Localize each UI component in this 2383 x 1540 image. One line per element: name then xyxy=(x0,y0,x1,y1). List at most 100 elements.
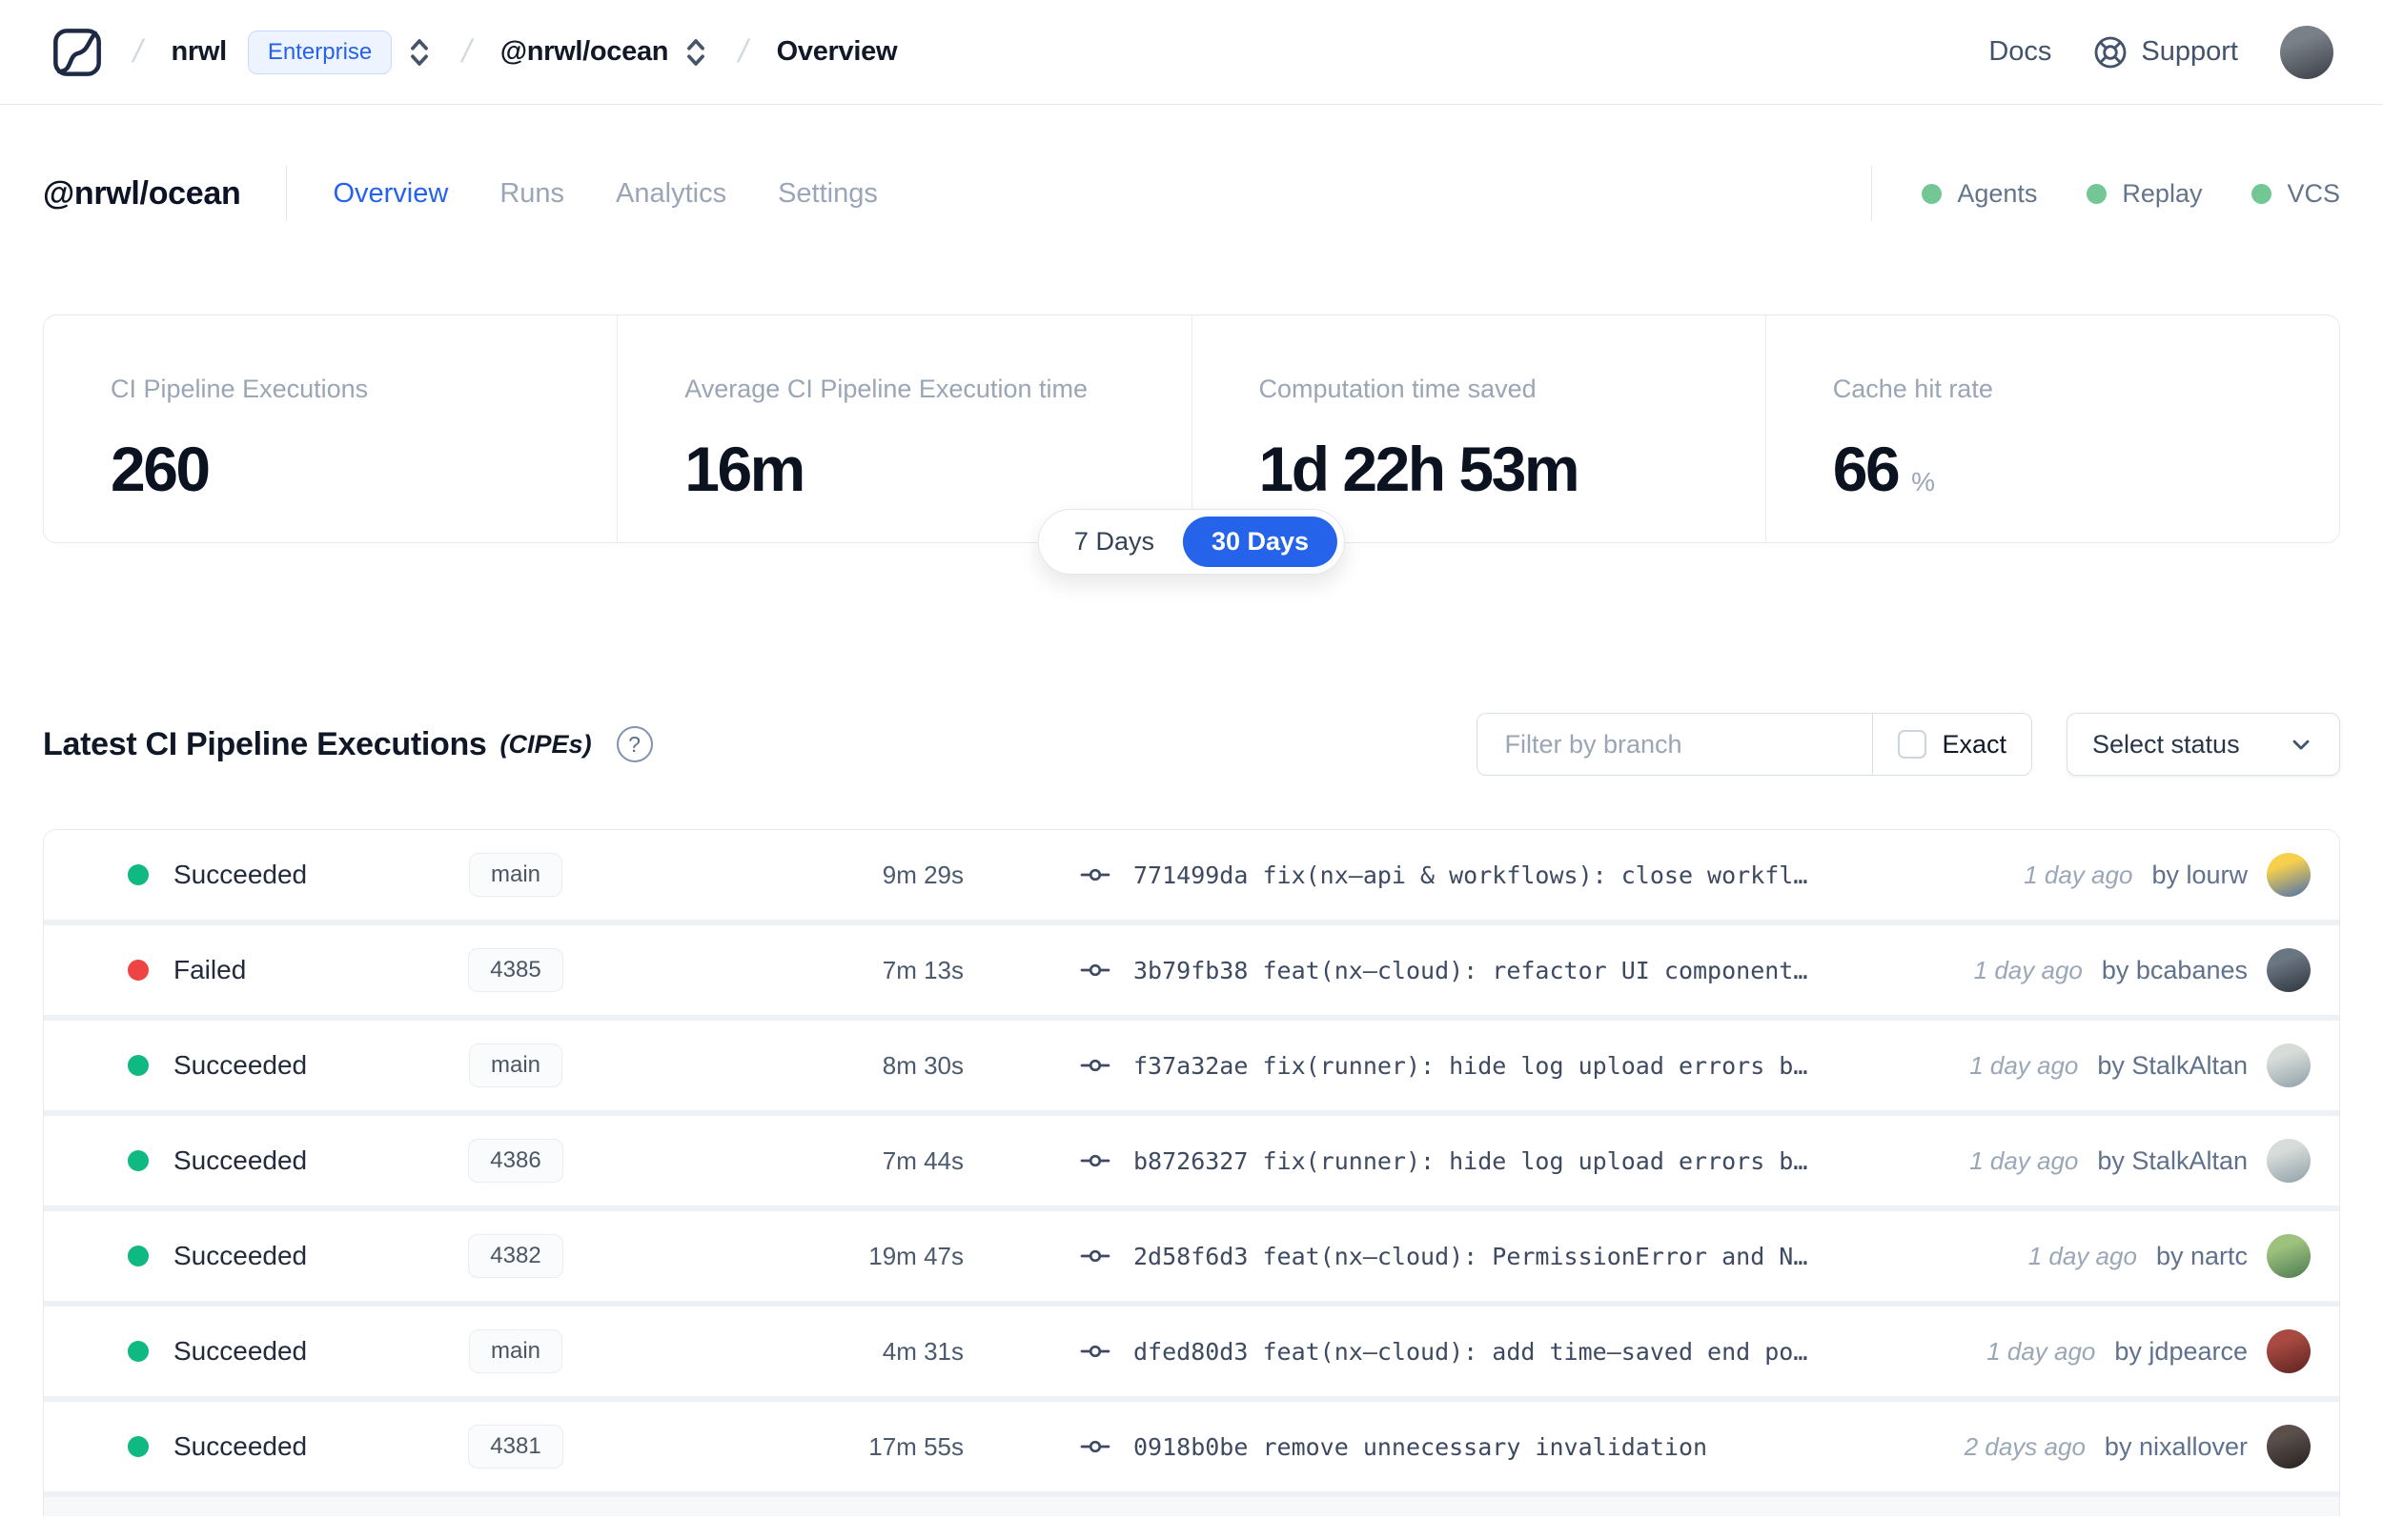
author-avatar[interactable] xyxy=(2267,948,2311,992)
cipe-row[interactable]: Succeeded 4382 19m 47s 2d58f6d3 feat(nx–… xyxy=(44,1211,2339,1301)
cipe-meta-cell: 1 day ago by nartc xyxy=(2028,1234,2311,1278)
cipe-meta-cell: 1 day ago by lourw xyxy=(2024,853,2311,897)
commit-message[interactable]: 2d58f6d3 feat(nx–cloud): PermissionError… xyxy=(1133,1243,1807,1270)
cipe-row[interactable]: Succeeded 4381 17m 55s 0918b0be remove u… xyxy=(44,1402,2339,1491)
status-select-dropdown[interactable]: Select status xyxy=(2067,713,2340,776)
cipe-commit-cell: 2d58f6d3 feat(nx–cloud): PermissionError… xyxy=(1080,1241,2000,1271)
branch-badge[interactable]: 4381 xyxy=(468,1425,563,1469)
time-ago: 1 day ago xyxy=(2027,1241,2137,1270)
indicator-replay[interactable]: Replay xyxy=(2087,179,2202,209)
branch-badge[interactable]: 4385 xyxy=(468,948,563,992)
time-ago: 1 day ago xyxy=(1986,1336,2096,1366)
cipe-status-label: Succeeded xyxy=(173,1431,308,1461)
cipe-status-label: Succeeded xyxy=(173,1336,308,1366)
branch-filter-input[interactable] xyxy=(1477,713,1873,776)
commit-message[interactable]: b8726327 fix(runner): hide log upload er… xyxy=(1133,1147,1807,1175)
cipe-row[interactable]: Succeeded main 4m 31s dfed80d3 feat(nx–c… xyxy=(44,1307,2339,1396)
stat-value: 1d 22h 53m xyxy=(1258,434,1580,504)
stat-label: Computation time saved xyxy=(1258,375,1537,403)
cipe-duration: 4m 31s xyxy=(882,1336,964,1366)
author: by StalkAltan xyxy=(2097,1050,2248,1080)
cipe-meta-cell: 1 day ago by StalkAltan xyxy=(1969,1139,2311,1183)
indicator-agents[interactable]: Agents xyxy=(1922,179,2037,209)
tab-overview[interactable]: Overview xyxy=(333,178,448,210)
user-avatar[interactable] xyxy=(2280,25,2333,79)
commit-message[interactable]: f37a32ae fix(runner): hide log upload er… xyxy=(1133,1052,1807,1080)
git-commit-icon xyxy=(1080,1336,1110,1367)
cipe-row[interactable]: Succeeded main 8m 30s f37a32ae fix(runne… xyxy=(44,1021,2339,1110)
commit-message[interactable]: 771499da fix(nx–api & workflows): close … xyxy=(1133,861,1807,889)
breadcrumb-workspace[interactable]: @nrwl/ocean xyxy=(500,36,669,68)
git-commit-icon xyxy=(1080,860,1110,890)
nav-right-group: Docs Support xyxy=(1988,25,2333,79)
cipe-commit-cell: 771499da fix(nx–api & workflows): close … xyxy=(1080,860,1995,890)
commit-message[interactable]: 0918b0be remove unnecessary invalidation xyxy=(1133,1433,1707,1461)
indicator-label: VCS xyxy=(2287,178,2340,208)
author-avatar[interactable] xyxy=(2267,1425,2311,1469)
next-row-partial xyxy=(44,1497,2339,1516)
cipe-row[interactable]: Succeeded 4386 7m 44s b8726327 fix(runne… xyxy=(44,1116,2339,1206)
cipe-row[interactable]: Failed 4385 7m 13s 3b79fb38 feat(nx–clou… xyxy=(44,925,2339,1015)
status-dot-icon xyxy=(128,1150,149,1171)
cipe-meta-cell: 1 day ago by StalkAltan xyxy=(1969,1044,2311,1087)
workspace-header-row: @nrwl/ocean Overview Runs Analytics Sett… xyxy=(43,166,2340,221)
branch-badge[interactable]: 4382 xyxy=(468,1234,563,1278)
exact-match-toggle[interactable]: Exact xyxy=(1872,713,2032,776)
support-link[interactable]: Support xyxy=(2093,35,2238,70)
branch-badge[interactable]: 4386 xyxy=(468,1139,563,1183)
stat-value: 66 % xyxy=(1833,433,2301,505)
stat-number: 66 xyxy=(1832,434,1901,504)
status-dot-icon xyxy=(2087,183,2108,204)
tab-analytics[interactable]: Analytics xyxy=(616,178,726,210)
author: by bcabanes xyxy=(2101,955,2248,984)
cipe-status-label: Succeeded xyxy=(173,1050,308,1080)
exact-checkbox[interactable] xyxy=(1898,730,1927,759)
org-selector-chevrons-icon[interactable] xyxy=(405,36,434,69)
range-option-7-days[interactable]: 7 Days xyxy=(1046,517,1183,567)
author-avatar[interactable] xyxy=(2267,1234,2311,1278)
cipe-commit-cell: 0918b0be remove unnecessary invalidation xyxy=(1080,1431,1936,1462)
author: by lourw xyxy=(2151,860,2248,889)
status-dot-icon xyxy=(128,960,149,981)
time-ago: 1 day ago xyxy=(1969,1145,2079,1175)
nx-cloud-logo-icon[interactable] xyxy=(50,25,105,80)
feature-status-indicators: Agents Replay VCS xyxy=(1922,179,2340,209)
cipe-row[interactable]: Succeeded main 9m 29s 771499da fix(nx–ap… xyxy=(44,830,2339,920)
workspace-selector-chevrons-icon[interactable] xyxy=(682,36,710,69)
commit-message[interactable]: 3b79fb38 feat(nx–cloud): refactor UI com… xyxy=(1133,957,1807,984)
indicator-vcs[interactable]: VCS xyxy=(2251,179,2340,209)
author-avatar[interactable] xyxy=(2267,853,2311,897)
author-avatar[interactable] xyxy=(2267,1329,2311,1373)
tab-runs[interactable]: Runs xyxy=(499,178,564,210)
chevron-down-icon xyxy=(2292,740,2310,750)
workspace-tabs: Overview Runs Analytics Settings xyxy=(333,178,877,210)
enterprise-badge[interactable]: Enterprise xyxy=(247,30,393,74)
author-avatar[interactable] xyxy=(2267,1139,2311,1183)
cipe-duration: 19m 47s xyxy=(868,1241,964,1270)
docs-link[interactable]: Docs xyxy=(1988,36,2051,68)
cipe-section-title: Latest CI Pipeline Executions xyxy=(43,725,487,762)
cipe-status-cell: Succeeded xyxy=(128,1241,406,1271)
breadcrumb-separator: / xyxy=(130,33,147,70)
branch-badge[interactable]: main xyxy=(468,1044,563,1087)
commit-message[interactable]: dfed80d3 feat(nx–cloud): add time–saved … xyxy=(1133,1338,1807,1366)
cipe-section-subtitle: (CIPEs) xyxy=(499,729,592,759)
branch-badge[interactable]: main xyxy=(468,853,563,897)
stat-label: Cache hit rate xyxy=(1832,375,1993,403)
cipe-status-cell: Succeeded xyxy=(128,1050,406,1081)
cipe-meta-cell: 1 day ago by bcabanes xyxy=(1974,948,2311,992)
time-ago: 1 day ago xyxy=(1973,955,2083,984)
cipe-duration: 7m 13s xyxy=(882,955,964,984)
git-commit-icon xyxy=(1080,1050,1110,1081)
help-icon[interactable]: ? xyxy=(616,726,653,762)
range-option-30-days[interactable]: 30 Days xyxy=(1182,517,1338,567)
divider xyxy=(286,166,288,221)
indicator-label: Replay xyxy=(2122,178,2203,208)
branch-badge[interactable]: main xyxy=(468,1329,563,1373)
cipe-status-cell: Failed xyxy=(128,955,406,985)
author-avatar[interactable] xyxy=(2267,1044,2311,1087)
tab-settings[interactable]: Settings xyxy=(778,178,878,210)
stat-value: 16m xyxy=(684,434,805,504)
cipe-duration: 8m 30s xyxy=(882,1050,964,1080)
breadcrumb-org[interactable]: nrwl xyxy=(171,36,227,68)
